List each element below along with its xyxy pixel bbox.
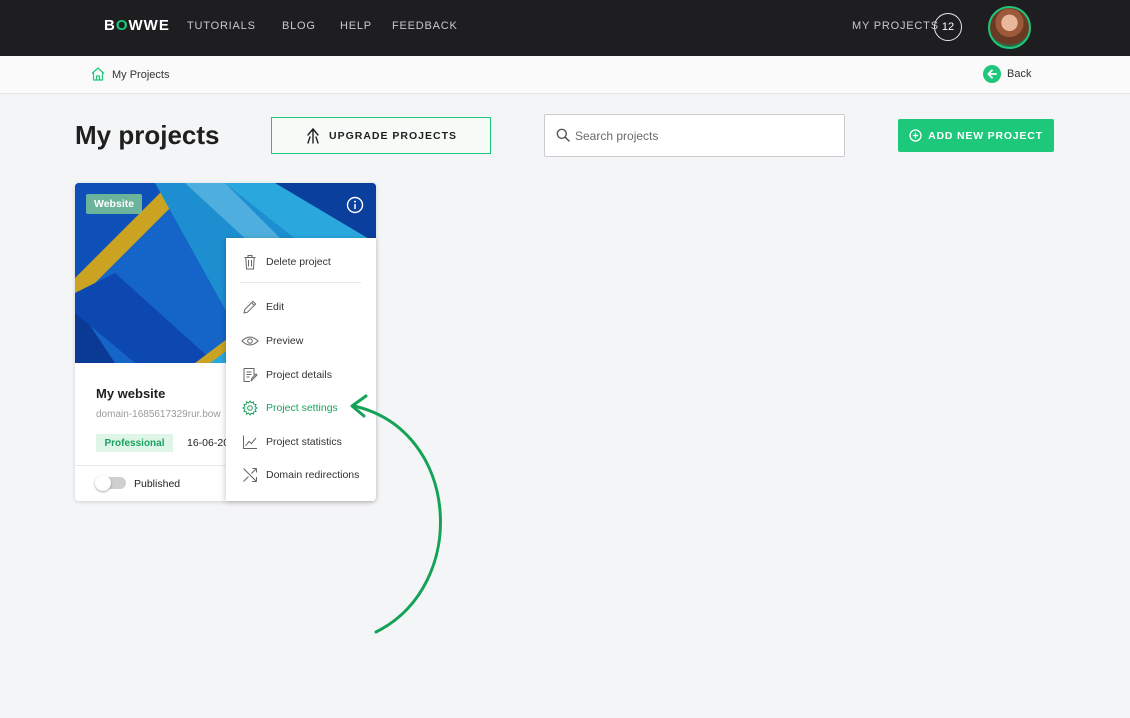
nav-blog[interactable]: BLOG [282, 20, 316, 32]
menu-item-project-details[interactable]: Project details [226, 361, 376, 389]
menu-item-edit[interactable]: Edit [226, 293, 376, 321]
menu-item-delete-project[interactable]: Delete project [226, 248, 376, 276]
page-title: My projects [75, 120, 220, 150]
bowwe-logo[interactable]: BOWWE [104, 17, 170, 34]
menu-item-label: Delete project [266, 256, 331, 268]
project-title[interactable]: My website [96, 386, 165, 401]
menu-item-preview[interactable]: Preview [226, 327, 376, 355]
project-date: 16-06-20 [187, 437, 230, 449]
annotation-arrow [350, 394, 442, 634]
user-avatar[interactable] [988, 6, 1031, 49]
add-new-project-label: ADD NEW PROJECT [928, 129, 1043, 142]
breadcrumb-current[interactable]: My Projects [112, 69, 169, 81]
plan-badge: Professional [96, 434, 173, 452]
upgrade-projects-button[interactable]: UPGRADE PROJECTS [271, 117, 491, 154]
published-label: Published [134, 478, 181, 490]
breadcrumb-bar: My Projects Back [0, 56, 1130, 94]
upgrade-icon [307, 127, 319, 144]
menu-item-label: Project settings [266, 402, 338, 414]
nav-help[interactable]: HELP [340, 20, 372, 32]
home-icon[interactable] [90, 66, 106, 82]
info-icon[interactable] [346, 196, 364, 214]
menu-item-label: Project statistics [266, 436, 342, 448]
upgrade-projects-label: UPGRADE PROJECTS [328, 129, 458, 142]
published-toggle[interactable] [95, 475, 126, 491]
gear-icon [241, 399, 259, 417]
project-domain[interactable]: domain-1685617329rur.bow [96, 409, 221, 420]
trash-icon [241, 253, 259, 271]
add-new-project-button[interactable]: ADD NEW PROJECT [898, 119, 1054, 152]
back-arrow-icon[interactable] [983, 65, 1001, 83]
menu-divider [240, 282, 361, 283]
document-icon [241, 366, 259, 384]
top-navigation: BOWWE TUTORIALS BLOG HELP FEEDBACK MY PR… [0, 0, 1130, 56]
menu-item-label: Project details [266, 369, 332, 381]
menu-item-label: Edit [266, 301, 285, 313]
back-link[interactable]: Back [1007, 68, 1031, 80]
nav-tutorials[interactable]: TUTORIALS [187, 20, 256, 32]
plus-circle-icon [909, 129, 922, 142]
search-input[interactable] [575, 125, 835, 147]
project-type-badge: Website [86, 194, 143, 214]
eye-icon [241, 332, 259, 350]
nav-feedback[interactable]: FEEDBACK [392, 20, 458, 32]
search-box[interactable] [544, 114, 845, 157]
pencil-icon [241, 298, 259, 316]
redirect-icon [241, 466, 259, 484]
my-projects-link[interactable]: MY PROJECTS [852, 20, 939, 32]
project-count-badge[interactable]: 12 [934, 13, 962, 41]
chart-icon [241, 433, 259, 451]
toggle-knob [95, 475, 111, 491]
search-icon [556, 128, 570, 142]
menu-item-label: Preview [266, 335, 304, 347]
